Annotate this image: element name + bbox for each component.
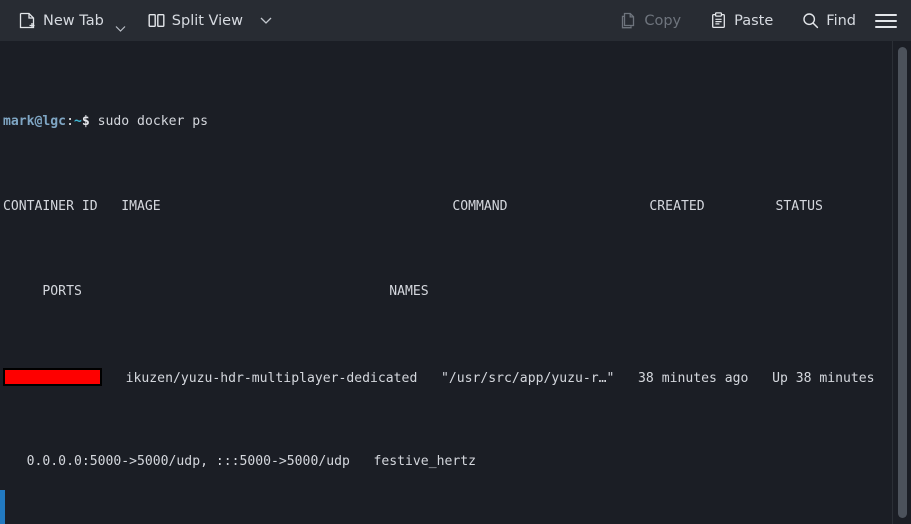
paste-label: Paste <box>734 12 774 29</box>
terminal-line-header-1: CONTAINER ID IMAGE COMMAND CREATED STATU… <box>3 199 823 214</box>
scrollbar-thumb[interactable] <box>898 47 907 518</box>
new-tab-icon <box>19 12 36 29</box>
split-view-dropdown-chevron-down-icon[interactable] <box>258 6 274 35</box>
toolbar-left-group: New Tab Split View <box>0 6 274 35</box>
split-view-icon <box>148 12 165 29</box>
find-label: Find <box>826 12 856 29</box>
new-tab-button[interactable]: New Tab <box>12 6 111 35</box>
search-icon <box>802 12 819 29</box>
hamburger-bar <box>875 25 897 28</box>
split-view-button[interactable]: Split View <box>141 6 250 35</box>
split-view-label: Split View <box>171 12 243 29</box>
terminal-output[interactable]: mark@lgc:~$ sudo docker ps CONTAINER ID … <box>0 41 911 524</box>
terminal-line-header-2: PORTS NAMES <box>3 284 429 299</box>
active-pane-indicator <box>0 490 5 524</box>
terminal-window: New Tab Split View Copy Paste Find mark@… <box>0 0 911 524</box>
terminal-line-row-2: 0.0.0.0:5000->5000/udp, :::5000->5000/ud… <box>3 454 476 469</box>
typed-command: sudo docker ps <box>97 114 209 129</box>
terminal-line-row-1: ikuzen/yuzu-hdr-multiplayer-dedicated "/… <box>3 368 911 386</box>
terminal-line-command: mark@lgc:~$ sudo docker ps <box>3 113 911 130</box>
copy-icon <box>620 12 637 29</box>
terminal-viewport[interactable]: mark@lgc:~$ sudo docker ps CONTAINER ID … <box>0 41 911 524</box>
hamburger-icon[interactable] <box>871 6 901 35</box>
toolbar-right-group: Copy Paste Find <box>613 6 911 35</box>
hamburger-bar <box>875 19 897 22</box>
vertical-scrollbar[interactable] <box>892 41 911 524</box>
paste-icon <box>710 12 727 29</box>
copy-button[interactable]: Copy <box>613 6 688 35</box>
hamburger-bar <box>875 13 897 16</box>
prompt-sigil: $ <box>81 114 90 129</box>
prompt-user-host: mark@lgc <box>3 114 67 129</box>
new-tab-dropdown-chevron-down-icon[interactable] <box>113 6 129 35</box>
paste-button[interactable]: Paste <box>703 6 780 35</box>
redacted-container-id <box>3 368 102 386</box>
new-tab-label: New Tab <box>43 12 104 29</box>
prompt-colon: : <box>66 114 74 129</box>
copy-label: Copy <box>644 12 682 29</box>
prompt-path: ~ <box>73 114 82 129</box>
toolbar: New Tab Split View Copy Paste Find <box>0 0 911 41</box>
row-rest: ikuzen/yuzu-hdr-multiplayer-dedicated "/… <box>102 371 875 386</box>
find-button[interactable]: Find <box>795 6 863 35</box>
